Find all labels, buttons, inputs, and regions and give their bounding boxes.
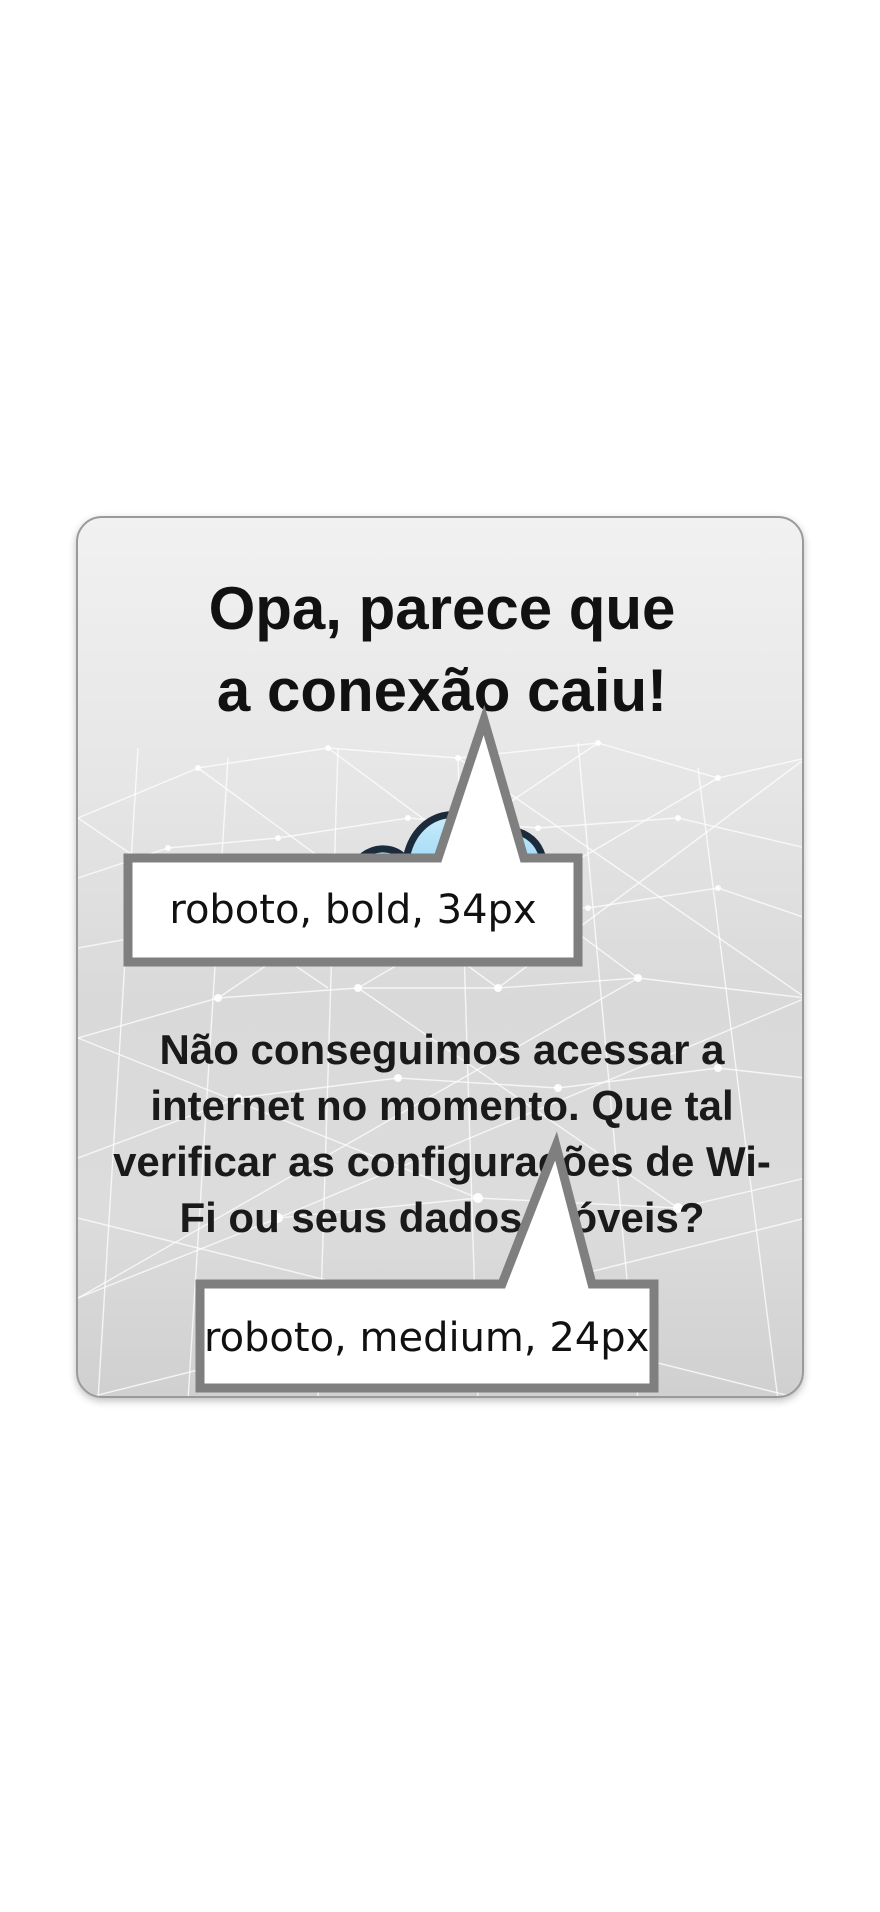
callout-message-font-label: roboto, medium, 24px: [204, 1315, 650, 1361]
callout-title-font-label: roboto, bold, 34px: [169, 887, 537, 933]
dialog-title-line-1: Opa, parece que: [208, 575, 676, 642]
page: Opa, parece que a conexão caiu! Não cons…: [0, 0, 880, 1912]
dialog-title-line-2: a conexão caiu!: [216, 657, 668, 724]
dialog-message: Não conseguimos acessar a internet no mo…: [113, 1026, 771, 1241]
dialog-title: Opa, parece que a conexão caiu!: [78, 568, 802, 732]
